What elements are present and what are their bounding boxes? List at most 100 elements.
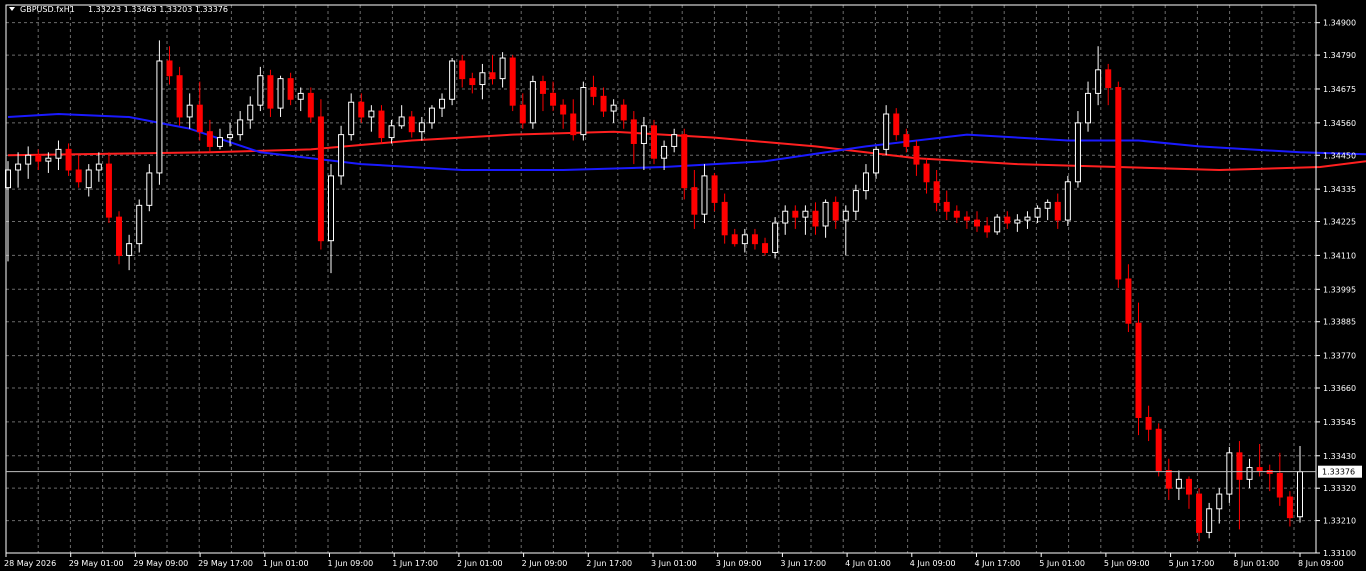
x-tick-label: 4 Jun 01:00 xyxy=(845,559,891,568)
candle-body-bear xyxy=(1054,201,1061,221)
candle-body-bull xyxy=(802,210,809,218)
y-tick-label: 1.34335 xyxy=(1323,185,1356,194)
x-tick-label: 29 May 09:00 xyxy=(133,559,188,568)
candle-body-bull xyxy=(85,169,92,189)
candle-body-bear xyxy=(75,169,82,183)
candle-body-bear xyxy=(570,113,577,136)
candle-body-bear xyxy=(267,75,274,109)
candle-body-bull xyxy=(186,104,193,118)
candle-body-bull xyxy=(1226,452,1233,495)
candle-body-bear xyxy=(963,216,970,221)
candle-body-bull xyxy=(297,92,304,100)
candle-body-bear xyxy=(943,201,950,212)
candle-body-bear xyxy=(953,210,960,218)
candle-body-bear xyxy=(519,104,526,124)
candle-body-bull xyxy=(1044,201,1051,209)
candle-body-bull xyxy=(126,243,133,256)
candle-body-bear xyxy=(1196,493,1203,533)
x-tick-label: 1 Jun 09:00 xyxy=(328,559,374,568)
candle-body-bull xyxy=(610,104,617,112)
candle-body-bear xyxy=(560,104,567,115)
candle-body-bull xyxy=(247,104,254,121)
candle-body-bear xyxy=(1155,428,1162,472)
candle-body-bear xyxy=(358,101,365,118)
candle-body-bull xyxy=(994,216,1001,233)
candle-body-bull xyxy=(1246,467,1253,480)
candle-body-bear xyxy=(469,78,476,86)
candle-body-bull xyxy=(156,60,163,174)
x-tick-label: 4 Jun 09:00 xyxy=(910,559,956,568)
candle-body-bear xyxy=(1165,470,1172,489)
candle-body-bear xyxy=(176,75,183,118)
chart-canvas[interactable]: 1.34900 1.34790 1.34675 1.34560 1.34450 1.343… xyxy=(0,0,1366,571)
candle-body-bear xyxy=(590,86,597,97)
candle-body-bull xyxy=(1014,219,1021,224)
y-tick-label: 1.33320 xyxy=(1323,484,1356,493)
candle-body-bear xyxy=(166,60,173,77)
candle-body-bear xyxy=(1135,322,1142,418)
candle-body-bear xyxy=(489,72,496,80)
candle-body-bear xyxy=(408,116,415,133)
candle-body-bull xyxy=(479,72,486,86)
candle-body-bear xyxy=(1286,496,1293,519)
y-tick-label: 1.33885 xyxy=(1323,318,1356,327)
x-tick-label: 3 Jun 09:00 xyxy=(716,559,762,568)
candle-body-bear xyxy=(974,219,980,227)
candle-body-bull xyxy=(227,134,234,139)
candle-body-bear xyxy=(65,148,72,171)
candle-body-bear xyxy=(287,78,294,100)
candle-body-bear xyxy=(116,216,123,256)
x-tick-label: 1 Jun 01:00 xyxy=(263,559,309,568)
y-tick-label: 1.33770 xyxy=(1323,352,1356,361)
candle-body-bull xyxy=(25,154,32,165)
chart-header: GBPUSD.fxH1 1.33223 1.33463 1.33203 1.33… xyxy=(9,5,228,14)
y-tick-label: 1.34560 xyxy=(1323,119,1356,128)
candle-body-bull xyxy=(671,134,678,147)
candle-body-bull xyxy=(398,116,405,127)
candle-body-bear xyxy=(1276,472,1283,498)
candle-body-bull xyxy=(277,78,284,109)
candle-body-bear xyxy=(984,225,991,233)
candle-body-bear xyxy=(893,113,900,136)
candle-body-bull xyxy=(368,110,375,118)
candle-body-bull xyxy=(257,75,264,106)
candle-body-bull xyxy=(1216,493,1223,510)
candle-body-bear xyxy=(903,134,910,147)
x-tick-label: 8 Jun 01:00 xyxy=(1233,559,1279,568)
candle-body-bear xyxy=(762,243,769,253)
candle-body-bull xyxy=(449,60,456,100)
candle-body-bull xyxy=(883,113,890,150)
candle-body-bear xyxy=(509,57,516,106)
candle-body-bear xyxy=(1145,416,1152,430)
candle-body-bull xyxy=(862,172,869,192)
candle-body-bear xyxy=(196,104,203,133)
candle-body-bear xyxy=(459,60,466,80)
y-tick-label: 1.33210 xyxy=(1323,517,1356,526)
x-tick-label: 1 Jun 17:00 xyxy=(392,559,438,568)
x-tick-label: 8 Jun 09:00 xyxy=(1298,559,1344,568)
candle-body-bear xyxy=(35,154,42,162)
candle-body-bull xyxy=(661,145,668,159)
candle-body-bull xyxy=(55,148,62,159)
y-tick-label: 1.33995 xyxy=(1323,285,1356,294)
x-tick-label: 5 Jun 09:00 xyxy=(1104,559,1150,568)
y-tick-label: 1.34900 xyxy=(1323,19,1356,28)
candle-body-bear xyxy=(317,116,324,242)
y-tick-label: 1.34790 xyxy=(1323,51,1356,60)
price-chart[interactable]: 1.34900 1.34790 1.34675 1.34560 1.34450 1.343… xyxy=(0,0,1366,571)
candle-body-bull xyxy=(1034,207,1041,218)
y-tick-label: 1.34675 xyxy=(1323,85,1356,94)
candle-body-bear xyxy=(1115,86,1122,280)
candle-body-bear xyxy=(681,134,688,189)
candle-body-bull xyxy=(237,119,244,136)
candle-body-bull xyxy=(45,157,52,162)
candle-body-bull xyxy=(95,163,102,171)
candle-body-bull xyxy=(1064,181,1071,221)
current-price-label: 1.33376 xyxy=(1322,468,1355,477)
candle-body-bear xyxy=(651,125,657,159)
y-tick-label: 1.33430 xyxy=(1323,452,1356,461)
x-tick-label: 2 Jun 09:00 xyxy=(522,559,568,568)
candle-body-bear xyxy=(378,110,385,139)
y-tick-label: 1.34225 xyxy=(1323,218,1356,227)
chart-background xyxy=(0,0,1366,571)
